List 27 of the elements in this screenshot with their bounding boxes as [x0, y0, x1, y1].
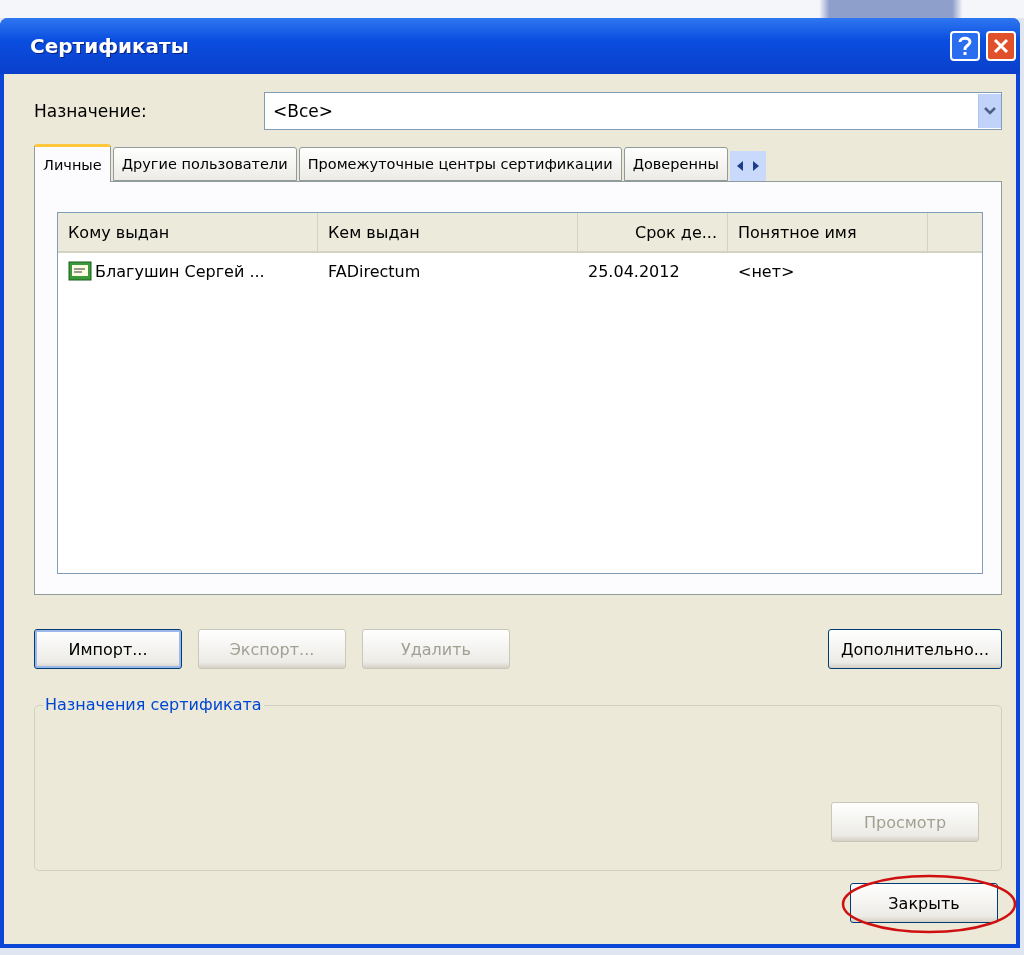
table-cell: Благушин Сергей ...	[95, 261, 265, 281]
close-button[interactable]	[986, 31, 1016, 61]
column-header[interactable]: Срок де...	[578, 213, 728, 251]
tab[interactable]: Другие пользователи	[112, 147, 297, 181]
chevron-down-icon	[984, 107, 996, 115]
action-button[interactable]: Импорт...	[34, 629, 182, 669]
column-header[interactable]: Кому выдан	[58, 213, 318, 251]
table-cell-text: FADirectum	[327, 261, 422, 281]
window-title: Сертификаты	[30, 34, 190, 58]
close-dialog-button[interactable]: Закрыть	[850, 883, 998, 923]
advanced-button[interactable]: Дополнительно...	[828, 629, 1002, 669]
tab[interactable]: Доверенны	[623, 147, 728, 181]
certificate-icon	[68, 261, 92, 281]
help-button[interactable]	[950, 31, 980, 61]
question-mark-icon	[957, 36, 973, 56]
right-arrow-icon[interactable]	[751, 161, 760, 171]
group-title: Назначения сертификата	[43, 695, 264, 714]
tab[interactable]: Промежуточные центры сертификации	[298, 147, 622, 181]
close-icon	[993, 38, 1009, 54]
purpose-label: Назначение:	[34, 101, 148, 121]
column-header[interactable]: Кем выдан	[318, 213, 578, 251]
table-cell-text: <нет>	[737, 261, 796, 281]
tab[interactable]: Личные	[34, 144, 111, 182]
column-header[interactable]: Понятное имя	[728, 213, 928, 251]
left-arrow-icon[interactable]	[735, 161, 744, 171]
purpose-dropdown[interactable]: <Все>	[264, 92, 1002, 130]
table-cell-text: 25.04.2012	[587, 261, 681, 281]
